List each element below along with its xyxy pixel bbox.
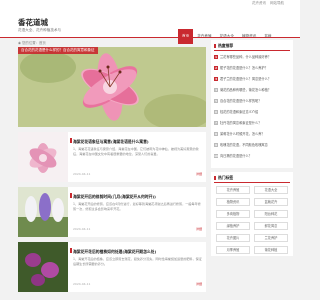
rank-number: 4 [214,87,218,92]
tag-link[interactable]: 兰花养护 [254,234,288,242]
read-more-link[interactable]: 详细 [196,282,202,286]
lily-flower-image [18,47,206,127]
hot-recommend-panel: 热度推荐 1 兰花有哪些品种，什么品种最好养？ 2 栀子花的花语是什么？怎么养护？ … [211,40,293,168]
top-bar: 花卉资讯 网站导航 [0,0,300,7]
ranked-item[interactable]: 9 玫瑰花的花语，不同颜色玫瑰寓意 [214,142,290,148]
tag-link[interactable]: 盆栽花卉 [254,198,288,206]
ranked-item[interactable]: 4 菊花的品种有哪些，菊花怎么种植？ [214,87,290,93]
article-date: 2024-04-11 [73,282,91,286]
tag-link[interactable]: 植物资讯 [216,198,250,206]
tag-link[interactable]: 花卉图片 [216,234,250,242]
panel-divider [214,50,290,51]
hero-banner[interactable]: 百合花的花语是什么样的？百合花的寓意和象征 [18,47,206,127]
site-logo[interactable]: 香花道城 [18,17,48,28]
rank-number: 3 [214,76,218,81]
article-card[interactable]: 海棠花花语象征与寓意(海棠花语是什么寓意) 1、海棠花花语象征与寓意介绍，海棠花… [18,132,206,182]
article-title[interactable]: 海棠花开花后的植株如何处理(海棠花开期怎么处) [73,249,203,255]
top-link[interactable]: 网站导航 [270,1,284,6]
article-date: 2024-04-11 [73,227,91,231]
pink-flower-image [18,132,68,182]
tag-grid: 花卉养殖 花语大全 植物资讯 盆栽花卉 多肉植物 阳台种花 绿植养护 鲜花寓意 … [216,186,288,254]
site-header: 香花道城 花语大全、花卉种植技术与 首页 花卉养殖 花语大全 植物资讯 盆栽 [0,7,300,44]
article-date: 2024-04-11 [73,172,91,176]
title-accent [70,193,72,198]
breadcrumb: ◉ 您的位置：首页 [18,41,46,45]
article-thumbnail[interactable] [18,187,68,237]
tag-link[interactable]: 绿植养护 [216,222,250,230]
ranked-item[interactable]: 3 君子兰的花语是什么？寓意是什么？ [214,76,290,82]
ranked-item[interactable]: 7 牡丹花的寓意和象征是什么？ [214,120,290,126]
article-card[interactable]: 海棠花开后的修剪时间(几月(海棠花开从何时开)) 1、海棠花开后的修剪，应该在4… [18,187,206,237]
tag-link[interactable]: 月季养殖 [216,246,250,254]
rank-number: 9 [214,142,218,147]
tag-link[interactable]: 花语大全 [254,186,288,194]
rank-number: 2 [214,65,218,70]
panel-title: 热门标签 [214,175,233,181]
tag-link[interactable]: 花卉养殖 [216,186,250,194]
article-title[interactable]: 海棠花花语象征与寓意(海棠花语是什么寓意) [73,139,203,145]
panel-title: 热度推荐 [214,43,233,49]
hyacinth-flower-image [18,187,68,237]
header-divider [0,37,300,38]
panel-divider [214,182,290,183]
read-more-link[interactable]: 详细 [196,172,202,176]
article-summary: 1、海棠开花后的植株，应该立即剪去残花，避免养分流失，同时给海棠施加适量的肥料，… [73,257,202,266]
article-title[interactable]: 海棠花开后的修剪时间(几月(海棠花开从何时开)) [73,194,203,200]
ranked-item[interactable]: 2 栀子花的花语是什么？怎么养护？ [214,65,290,71]
ranked-item[interactable]: 10 向日葵的花语是什么？ [214,153,290,159]
article-card[interactable]: 海棠花开花后的植株如何处理(海棠花开期怎么处) 1、海棠开花后的植株，应该立即剪… [18,242,206,292]
rank-number: 5 [214,98,218,103]
read-more-link[interactable]: 详细 [196,227,202,231]
tag-link[interactable]: 鲜花寓意 [254,222,288,230]
ranked-item[interactable]: 8 茉莉花什么时候开花，怎么养？ [214,131,290,137]
top-links: 花卉资讯 网站导航 [252,1,284,6]
article-thumbnail[interactable] [18,132,68,182]
tag-link[interactable]: 阳台种花 [254,210,288,218]
article-summary: 1、海棠花开后的修剪，应该在4月份进行，最好等到海棠花凋谢之后再进行修剪，一般每… [73,202,201,211]
rank-number: 1 [214,54,218,59]
ranked-item[interactable]: 1 兰花有哪些品种，什么品种最好养？ [214,54,290,60]
rank-number: 6 [214,109,218,114]
article-thumbnail[interactable] [18,242,68,292]
rank-number: 10 [214,153,218,158]
site-slogan: 花语大全、花卉种植技术与 [18,28,62,32]
tag-link[interactable]: 菊花种植 [254,246,288,254]
hero-caption[interactable]: 百合花的花语是什么样的？百合花的寓意和象征 [18,47,98,54]
title-accent [70,248,72,253]
tag-link[interactable]: 多肉植物 [216,210,250,218]
rank-number: 8 [214,131,218,136]
tags-panel: 热门标签 花卉养殖 花语大全 植物资讯 盆栽花卉 多肉植物 阳台种花 绿植养护 … [211,172,293,256]
purple-flower-image [18,242,68,292]
ranked-item[interactable]: 5 百合花的花语是什么样的呢？ [214,98,290,104]
rank-number: 7 [214,120,218,125]
ranked-item[interactable]: 6 桂花的花语和象征意义介绍 [214,109,290,115]
article-summary: 1、海棠花花语象征与寓意介绍，海棠花在中国，它们被称为花中神仙，被视为美好寓意的… [73,147,199,156]
top-link[interactable]: 花卉资讯 [252,1,266,6]
title-accent [70,138,72,143]
